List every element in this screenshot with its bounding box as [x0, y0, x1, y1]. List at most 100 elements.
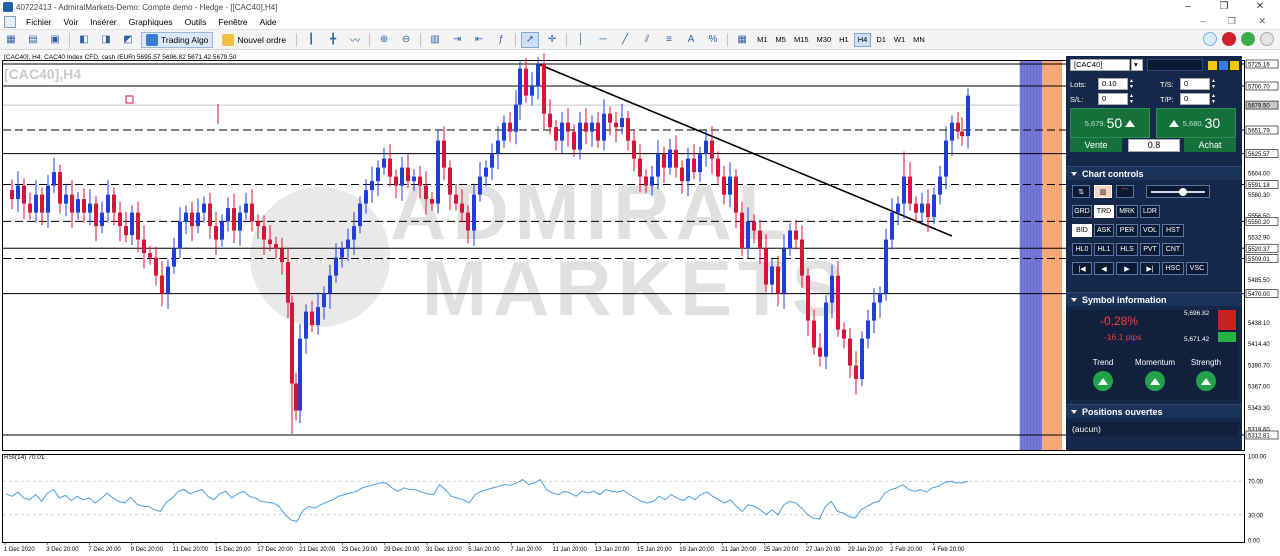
cc-grd-button[interactable]: GRD [1072, 205, 1092, 218]
cc-line-icon[interactable]: ⌒ [1116, 185, 1134, 198]
fibonacci-icon[interactable]: ≡ [660, 32, 678, 48]
cc-trd-button[interactable]: TRD [1094, 205, 1114, 218]
signals-icon[interactable] [1260, 32, 1274, 46]
cc-candles-icon[interactable]: ▥ [1094, 185, 1112, 198]
new-chart-icon[interactable]: ▦ [2, 32, 20, 48]
child-window-controls[interactable]: – ❐ ✕ [1200, 16, 1276, 27]
sell-price-button[interactable]: 5,679. 50 [1070, 108, 1150, 138]
buy-price-button[interactable]: 5,680. 30 [1156, 108, 1236, 138]
cc-first-button[interactable]: |◀ [1072, 262, 1092, 275]
layout-icon[interactable] [1230, 60, 1239, 70]
cc-prev-button[interactable]: ◀ [1094, 262, 1114, 275]
minimize-button[interactable]: – [1176, 0, 1200, 14]
cc-pvt-button[interactable]: PVT [1140, 243, 1160, 256]
menu-window[interactable]: Fenêtre [212, 17, 253, 27]
bar-chart-icon[interactable]: ┃ [302, 32, 320, 48]
lots-stepper[interactable]: ▲ ▼ [1129, 78, 1135, 90]
timeframe-h4[interactable]: H4 [853, 32, 872, 47]
menu-insert[interactable]: Insérer [84, 17, 122, 27]
cc-sort-icon[interactable]: ⇅ [1072, 185, 1090, 198]
cc-hl0-button[interactable]: HL0 [1072, 243, 1092, 256]
restore-button[interactable]: ❐ [1212, 0, 1236, 14]
navigator-icon[interactable]: ▣ [46, 32, 64, 48]
cc-hl1-button[interactable]: HL1 [1094, 243, 1114, 256]
strategy-tester-icon[interactable]: ◩ [119, 32, 137, 48]
cc-ldr-button[interactable]: LDR [1140, 205, 1160, 218]
timeframe-h1[interactable]: H1 [836, 33, 852, 47]
trading-algo-button[interactable]: Trading Algo [141, 31, 214, 48]
notification-icon[interactable] [1222, 32, 1236, 46]
cc-ask-button[interactable]: ASK [1094, 224, 1114, 237]
zoom-out-icon[interactable]: ⊖ [397, 32, 415, 48]
trendline-icon[interactable]: ╱ [616, 32, 634, 48]
timeframe-m5[interactable]: M5 [773, 33, 789, 47]
cc-vol-button[interactable]: VOL [1140, 224, 1160, 237]
profiles-icon[interactable]: ▤ [24, 32, 42, 48]
horizontal-line-icon[interactable]: ─ [594, 32, 612, 48]
cc-zoom-slider[interactable] [1146, 185, 1210, 198]
menu-file[interactable]: Fichier [20, 17, 58, 27]
chevron-down-icon[interactable]: ▾ [1131, 59, 1143, 71]
sl-stepper[interactable]: ▲ ▼ [1129, 93, 1135, 105]
candle-body [524, 68, 528, 96]
info-icon[interactable] [1219, 60, 1228, 70]
terminal-icon[interactable]: ◨ [97, 32, 115, 48]
sell-button[interactable]: Vente [1070, 138, 1122, 152]
candlestick-icon[interactable]: ╋ [324, 32, 342, 48]
cc-last-button[interactable]: ▶| [1140, 262, 1160, 275]
line-chart-icon[interactable]: 〰 [346, 32, 364, 48]
cursor-icon[interactable]: ➚ [521, 31, 540, 48]
cc-bid-button[interactable]: BID [1072, 224, 1092, 237]
zoom-in-icon[interactable]: ⊕ [375, 32, 393, 48]
close-button[interactable]: ✕ [1248, 0, 1272, 14]
chart-shift-icon[interactable]: ⇤ [470, 32, 488, 48]
timeframe-w1[interactable]: W1 [891, 33, 908, 47]
symbol-select[interactable]: [CAC40] [1070, 59, 1130, 71]
cc-cnt-button[interactable]: CNT [1162, 243, 1184, 256]
text-icon[interactable]: A [682, 32, 700, 48]
symbol-search-input[interactable] [1147, 59, 1203, 71]
channel-icon[interactable]: ⫽ [638, 32, 656, 48]
menu-view[interactable]: Voir [58, 17, 85, 27]
search-icon[interactable] [1203, 32, 1217, 46]
cc-next-button[interactable]: ▶ [1116, 262, 1138, 275]
cc-per-button[interactable]: PER [1116, 224, 1138, 237]
timeframe-m1[interactable]: M1 [754, 33, 770, 47]
sl-input[interactable]: 0 [1098, 93, 1128, 105]
menu-tools[interactable]: Outils [179, 17, 213, 27]
shapes-icon[interactable]: % [704, 32, 722, 48]
new-order-button[interactable]: Nouvel ordre [217, 32, 291, 48]
periodicity-icon[interactable]: ▦ [733, 32, 751, 48]
cc-hsc-button[interactable]: HSC [1162, 262, 1184, 275]
timeframe-mn[interactable]: MN [910, 33, 928, 47]
timeframe-m30[interactable]: M30 [814, 33, 835, 47]
trendline [537, 63, 953, 237]
timeframe-m15[interactable]: M15 [791, 33, 812, 47]
candle-body [136, 212, 140, 240]
live-update-icon[interactable] [1241, 32, 1255, 46]
tp-input[interactable]: 0 [1180, 93, 1210, 105]
data-window-icon[interactable]: ◧ [75, 32, 93, 48]
cc-vsc-button[interactable]: VSC [1186, 262, 1208, 275]
ts-input[interactable]: 0 [1180, 78, 1210, 90]
menu-help[interactable]: Aide [254, 17, 283, 27]
symbol-info-header[interactable]: Symbol information [1066, 292, 1242, 306]
chart-controls-header[interactable]: Chart controls [1066, 166, 1242, 180]
open-positions-header[interactable]: Positions ouvertes [1066, 404, 1242, 418]
cc-hls-button[interactable]: HLS [1116, 243, 1138, 256]
cc-mrk-button[interactable]: MRK [1116, 205, 1138, 218]
rsi-axis-label: 100.00 [1248, 455, 1267, 461]
lots-input[interactable]: 0.10 [1098, 78, 1128, 90]
buy-button[interactable]: Achat [1184, 138, 1236, 152]
indicators-icon[interactable]: ƒ [492, 32, 510, 48]
tile-windows-icon[interactable]: ▥ [426, 32, 444, 48]
menu-charts[interactable]: Graphiques [123, 17, 179, 27]
crosshair-icon[interactable]: ✛ [543, 32, 561, 48]
ts-stepper[interactable]: ▲ ▼ [1211, 78, 1217, 90]
vertical-line-icon[interactable]: │ [572, 32, 590, 48]
timeframe-d1[interactable]: D1 [873, 33, 889, 47]
cc-hst-button[interactable]: HST [1162, 224, 1184, 237]
tp-stepper[interactable]: ▲ ▼ [1211, 93, 1217, 105]
settings-icon[interactable] [1208, 60, 1217, 70]
auto-scroll-icon[interactable]: ⇥ [448, 32, 466, 48]
